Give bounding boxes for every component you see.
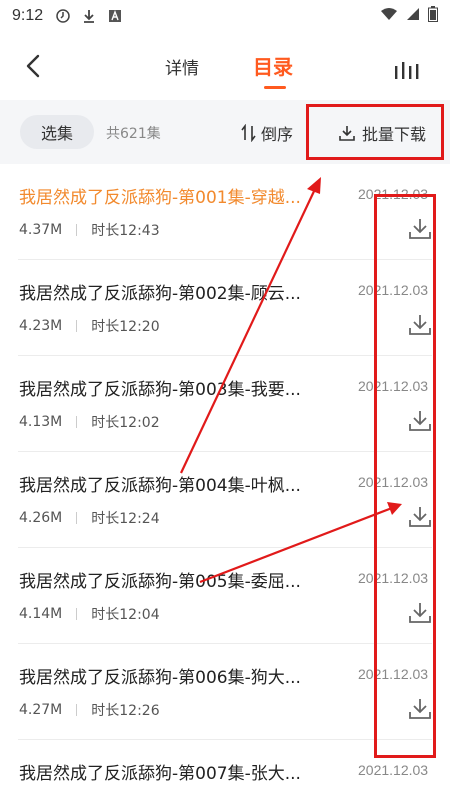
episode-download-button[interactable] (407, 696, 433, 722)
episode-date: 2021.12.03 (358, 282, 429, 298)
tab-catalog[interactable]: 目录 (253, 51, 293, 80)
episode-toolbar: 选集 共621集 倒序 批量下载 (0, 100, 450, 164)
a-box-icon (107, 8, 123, 24)
status-bar: 9:12 (0, 0, 450, 32)
sort-arrows-icon (241, 124, 256, 142)
episode-row[interactable]: 我居然成了反派舔狗-第007集-张大... 2021.12.03 (0, 740, 450, 800)
batch-download-label: 批量下载 (362, 125, 427, 144)
episode-meta: 4.26M 时长12:24 (19, 508, 160, 528)
episode-duration: 时长12:43 (91, 223, 160, 239)
equalizer-button[interactable] (393, 58, 423, 80)
episode-title: 我居然成了反派舔狗-第006集-狗大... (19, 668, 301, 688)
episode-size: 4.26M (19, 510, 63, 526)
episode-date: 2021.12.03 (358, 666, 429, 682)
signal-icon (406, 7, 420, 25)
episode-size: 4.37M (19, 222, 63, 238)
sort-label: 倒序 (261, 125, 294, 144)
episode-duration: 时长12:02 (91, 415, 160, 431)
episode-row[interactable]: 我居然成了反派舔狗-第001集-穿越... 4.37M 时长12:43 2021… (0, 164, 450, 260)
episode-date: 2021.12.03 (358, 570, 429, 586)
episode-download-button[interactable] (407, 504, 433, 530)
episode-total-count: 共621集 (106, 126, 161, 142)
episode-title: 我居然成了反派舔狗-第007集-张大... (19, 764, 301, 784)
episode-meta: 4.14M 时长12:04 (19, 604, 160, 624)
meta-divider (76, 512, 78, 524)
download-icon (409, 411, 431, 431)
episode-meta: 4.13M 时长12:02 (19, 412, 160, 432)
episode-size: 4.27M (19, 702, 63, 718)
download-icon (409, 603, 431, 623)
battery-icon (428, 6, 438, 26)
download-icon (339, 126, 355, 141)
episode-row[interactable]: 我居然成了反派舔狗-第004集-叶枫... 4.26M 时长12:24 2021… (0, 452, 450, 548)
episode-download-button[interactable] (407, 408, 433, 434)
download-icon (409, 699, 431, 719)
meta-divider (76, 224, 78, 236)
episode-download-button[interactable] (407, 216, 433, 242)
meta-divider (76, 416, 78, 428)
episode-title: 我居然成了反派舔狗-第003集-我要... (19, 380, 301, 400)
episode-size: 4.14M (19, 606, 63, 622)
tab-details[interactable]: 详情 (165, 54, 199, 79)
active-tab-indicator (264, 86, 286, 89)
meta-divider (76, 320, 78, 332)
back-button[interactable] (18, 50, 50, 82)
episode-date: 2021.12.03 (358, 474, 429, 490)
episode-size: 4.23M (19, 318, 63, 334)
episode-date: 2021.12.03 (358, 762, 429, 778)
top-nav: 详情 目录 (0, 32, 450, 100)
episode-row[interactable]: 我居然成了反派舔狗-第005集-委屈... 4.14M 时长12:04 2021… (0, 548, 450, 644)
equalizer-bars-icon (395, 62, 419, 79)
episode-row[interactable]: 我居然成了反派舔狗-第002集-顾云... 4.23M 时长12:20 2021… (0, 260, 450, 356)
download-icon (409, 315, 431, 335)
episode-title: 我居然成了反派舔狗-第004集-叶枫... (19, 476, 301, 496)
sort-reverse-button[interactable]: 倒序 (241, 121, 293, 145)
chevron-left-icon (26, 54, 40, 78)
meta-divider (76, 608, 78, 620)
episode-date: 2021.12.03 (358, 186, 429, 202)
wifi-icon (380, 7, 398, 25)
episode-title: 我居然成了反派舔狗-第005集-委屈... (19, 572, 301, 592)
episode-title: 我居然成了反派舔狗-第001集-穿越... (19, 188, 301, 208)
download-icon (409, 219, 431, 239)
episode-duration: 时长12:20 (91, 319, 160, 335)
episode-list: 我居然成了反派舔狗-第001集-穿越... 4.37M 时长12:43 2021… (0, 164, 450, 800)
episode-duration: 时长12:26 (91, 703, 160, 719)
select-episodes-button[interactable]: 选集 (20, 115, 94, 149)
episode-download-button[interactable] (407, 600, 433, 626)
circle-clock-icon (55, 8, 71, 24)
episode-date: 2021.12.03 (358, 378, 429, 394)
meta-divider (76, 704, 78, 716)
episode-title: 我居然成了反派舔狗-第002集-顾云... (19, 284, 301, 304)
status-time: 9:12 (12, 7, 44, 24)
episode-row[interactable]: 我居然成了反派舔狗-第006集-狗大... 4.27M 时长12:26 2021… (0, 644, 450, 740)
episode-duration: 时长12:24 (91, 511, 160, 527)
episode-download-button[interactable] (407, 312, 433, 338)
episode-size: 4.13M (19, 414, 63, 430)
download-icon (409, 507, 431, 527)
download-icon (81, 8, 97, 24)
episode-duration: 时长12:04 (91, 607, 160, 623)
episode-meta: 4.27M 时长12:26 (19, 700, 160, 720)
episode-meta: 4.23M 时长12:20 (19, 316, 160, 336)
episode-meta: 4.37M 时长12:43 (19, 220, 160, 240)
episode-row[interactable]: 我居然成了反派舔狗-第003集-我要... 4.13M 时长12:02 2021… (0, 356, 450, 452)
batch-download-button[interactable]: 批量下载 (338, 121, 426, 145)
